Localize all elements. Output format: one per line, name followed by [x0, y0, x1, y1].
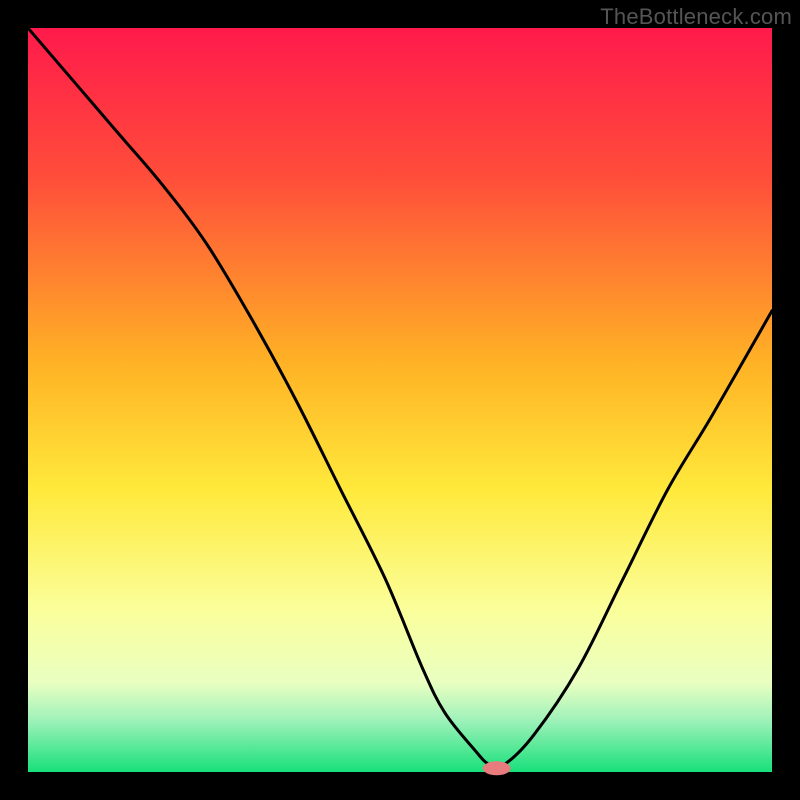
chart-frame: TheBottleneck.com [0, 0, 800, 800]
optimal-marker [483, 761, 511, 775]
plot-background [28, 28, 772, 772]
bottleneck-chart [0, 0, 800, 800]
